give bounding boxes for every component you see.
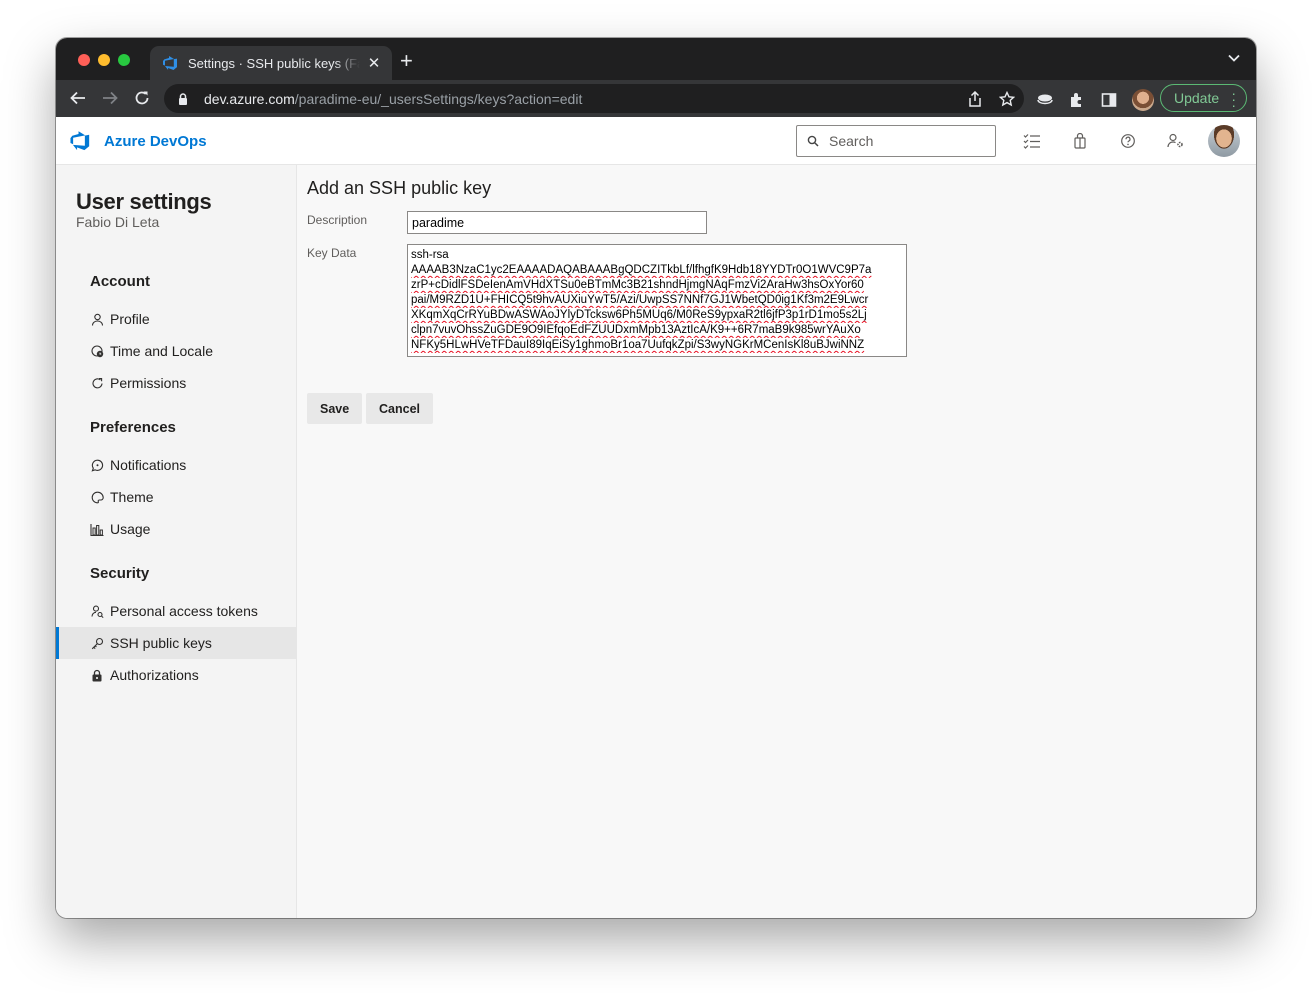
- refresh-circle-icon: [90, 376, 104, 390]
- lock-shield-icon: [90, 668, 104, 682]
- sidebar-item-label: Time and Locale: [110, 343, 213, 359]
- user-avatar[interactable]: [1208, 125, 1240, 157]
- extensions-area: [1036, 89, 1154, 111]
- tab-close-icon[interactable]: ✕: [366, 54, 382, 72]
- address-bar[interactable]: dev.azure.com/paradime-eu/_usersSettings…: [164, 84, 1024, 113]
- bar-chart-icon: [90, 522, 104, 536]
- key-data-line: pai/M9RZD1U+FHICQ5t9hvAUXiuYwT5/Azi/UwpS…: [411, 294, 869, 306]
- update-label: Update: [1174, 90, 1220, 106]
- more-menu-icon[interactable]: · · ·: [1231, 86, 1236, 112]
- search-box[interactable]: [796, 125, 996, 157]
- sidebar-title: User settings: [76, 189, 212, 214]
- lock-icon[interactable]: [176, 92, 190, 106]
- share-icon[interactable]: [966, 90, 984, 108]
- sidebar-item-label: Authorizations: [110, 667, 199, 683]
- arrow-left-icon: [70, 91, 85, 105]
- palette-icon: [90, 490, 104, 504]
- azure-devops-logo-icon[interactable]: [69, 130, 91, 152]
- section-account: Account: [90, 273, 150, 290]
- tab-title: Settings · SSH public keys (Fabio Di Let…: [188, 55, 360, 71]
- section-preferences: Preferences: [90, 419, 176, 436]
- description-label: Description: [307, 213, 368, 227]
- help-icon[interactable]: [1119, 132, 1137, 150]
- url-host: dev.azure.com: [204, 90, 295, 107]
- browser-window: Settings · SSH public keys (Fabio Di Let…: [56, 38, 1256, 918]
- sidebar-item-label: Usage: [110, 521, 151, 537]
- sidebar-item-time-locale[interactable]: Time and Locale: [56, 335, 296, 367]
- sidebar-item-label: Notifications: [110, 457, 187, 473]
- section-security: Security: [90, 565, 150, 582]
- sidebar-item-personal-access-tokens[interactable]: Personal access tokens: [56, 595, 296, 627]
- search-input[interactable]: [829, 133, 979, 149]
- key-data-label: Key Data: [307, 246, 357, 260]
- sidebar-item-label: Personal access tokens: [110, 603, 258, 619]
- key-data-line: NFKy5HLwHVeTFDauI89IqEiSy1ghmoBr1oa7Uufq…: [411, 339, 865, 351]
- chat-bubble-icon: [90, 458, 104, 472]
- sidebar-item-notifications[interactable]: Notifications: [56, 449, 296, 481]
- person-key-icon: [90, 604, 104, 618]
- sidebar-item-profile[interactable]: Profile: [56, 303, 296, 335]
- sidebar-item-theme[interactable]: Theme: [56, 481, 296, 513]
- search-icon: [807, 135, 819, 147]
- sidebar-item-ssh-public-keys[interactable]: SSH public keys: [56, 627, 296, 659]
- key-data-line: zrP+cDidlFSDeIenAmVHdXTSu0eBTmMc3B21shnd…: [411, 279, 864, 291]
- key-data-line: AAAAB3NzaC1yc2EAAAADAQABAAABgQDCZITkbLf/…: [411, 264, 872, 276]
- update-button[interactable]: Update · · ·: [1160, 84, 1247, 112]
- sidebar-item-label: Profile: [110, 311, 150, 327]
- settings-sidebar: User settings Fabio Di Leta Account Prof…: [56, 165, 297, 918]
- zoom-window-button[interactable]: [118, 54, 130, 66]
- browser-tab-active[interactable]: Settings · SSH public keys (Fabio Di Let…: [150, 46, 392, 80]
- puzzle-extensions-icon[interactable]: [1068, 91, 1086, 109]
- forward-button[interactable]: [100, 88, 120, 108]
- main-content: Add an SSH public key Description Key Da…: [297, 165, 1256, 918]
- arrow-right-icon: [103, 91, 118, 105]
- minimize-window-button[interactable]: [98, 54, 110, 66]
- sidebar-item-permissions[interactable]: Permissions: [56, 367, 296, 399]
- person-icon: [90, 312, 104, 326]
- tab-strip: Settings · SSH public keys (Fabio Di Let…: [56, 38, 1256, 80]
- new-tab-button[interactable]: +: [400, 50, 413, 72]
- app-header: Azure DevOps: [56, 117, 1256, 165]
- bookmark-star-icon[interactable]: [998, 90, 1016, 108]
- marketplace-bag-icon[interactable]: [1071, 132, 1089, 150]
- user-settings-icon[interactable]: [1167, 132, 1185, 150]
- side-panel-icon[interactable]: [1100, 91, 1118, 109]
- sidebar-item-authorizations[interactable]: Authorizations: [56, 659, 296, 691]
- azure-devops-favicon-icon: [163, 56, 177, 70]
- save-button[interactable]: Save: [307, 393, 363, 424]
- sidebar-item-label: Permissions: [110, 375, 187, 391]
- browser-toolbar: dev.azure.com/paradime-eu/_usersSettings…: [56, 80, 1256, 117]
- url-path: /paradime-eu/_usersSettings/keys?action=…: [294, 90, 583, 107]
- reload-button[interactable]: [132, 88, 152, 108]
- back-button[interactable]: [68, 88, 88, 108]
- key-data-line: clpn7vuvOhssZuGDE9O9IEfqoEdFZUUDxmMpb13A…: [411, 324, 861, 336]
- globe-clock-icon: [90, 344, 104, 358]
- close-window-button[interactable]: [78, 54, 90, 66]
- key-data-line: XKqmXqCrRYuBDwASWAoJYlyDTcksw6Ph5MUq6/M0…: [411, 309, 867, 321]
- tab-search-chevron-icon[interactable]: [1228, 54, 1240, 62]
- reload-icon: [135, 91, 149, 105]
- key-data-line: ssh-rsa: [411, 249, 449, 261]
- brand-name[interactable]: Azure DevOps: [104, 133, 207, 150]
- work-items-list-icon[interactable]: [1023, 132, 1041, 150]
- sidebar-item-label: SSH public keys: [110, 635, 212, 651]
- sidebar-item-label: Theme: [110, 489, 154, 505]
- extension-db-icon[interactable]: [1036, 91, 1054, 109]
- description-input[interactable]: [407, 211, 707, 234]
- key-icon: [90, 636, 104, 650]
- url-text[interactable]: dev.azure.com/paradime-eu/_usersSettings…: [204, 91, 582, 107]
- sidebar-user-name: Fabio Di Leta: [76, 214, 160, 230]
- key-data-textarea[interactable]: ssh-rsa AAAAB3NzaC1yc2EAAAADAQABAAABgQDC…: [407, 244, 907, 357]
- browser-profile-avatar[interactable]: [1132, 89, 1154, 111]
- page-title: Add an SSH public key: [307, 178, 492, 198]
- sidebar-item-usage[interactable]: Usage: [56, 513, 296, 545]
- cancel-button[interactable]: Cancel: [366, 393, 433, 424]
